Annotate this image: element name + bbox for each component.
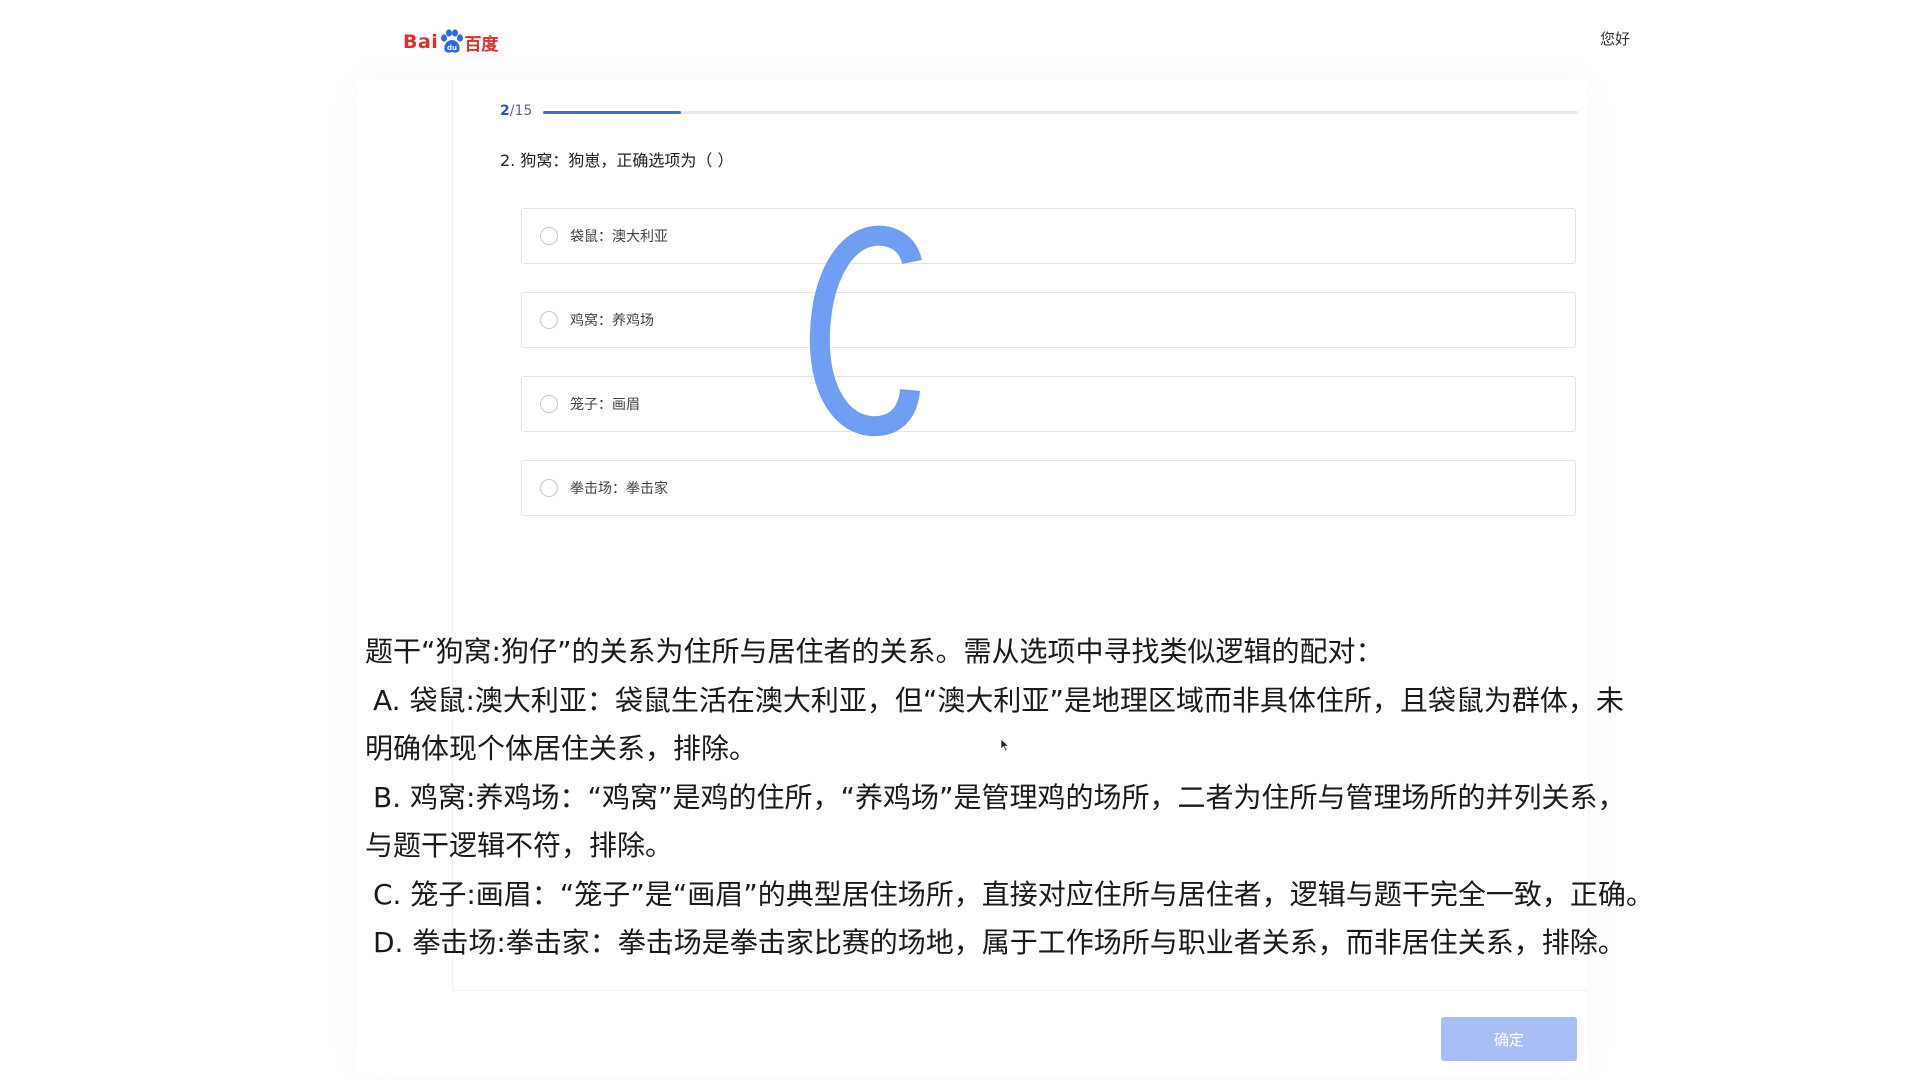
logo-text-cn: 百度 (464, 34, 499, 55)
option-d[interactable]: 拳击场：拳击家 (521, 460, 1576, 516)
mouse-cursor-icon (1000, 738, 1010, 752)
svg-text:du: du (447, 44, 457, 52)
explanation-option-a-cont: 明确体现个体居住关系，排除。 (365, 732, 758, 765)
radio-circle-icon[interactable] (540, 311, 558, 329)
explanation-option-a: A. 袋鼠:澳大利亚：袋鼠生活在澳大利亚，但“澳大利亚”是地理区域而非具体住所，… (373, 683, 1624, 717)
radio-circle-icon[interactable] (540, 395, 558, 413)
logo-text-latin: Bai (403, 31, 439, 53)
option-a[interactable]: 袋鼠：澳大利亚 (521, 208, 1576, 264)
progress-bar-fill (543, 111, 681, 114)
explanation-option-d: D. 拳击场:拳击家：拳击场是拳击家比赛的场地，属于工作场所与职业者关系，而非居… (373, 926, 1626, 959)
baidu-logo[interactable]: Bai du 百度 (403, 26, 498, 58)
radio-circle-icon[interactable] (540, 227, 558, 245)
option-label: 拳击场：拳击家 (570, 481, 668, 497)
option-b[interactable]: 鸡窝：养鸡场 (521, 292, 1576, 348)
question-text: 2. 狗窝：狗崽，正确选项为（ ） (500, 151, 734, 170)
option-label: 笼子：画眉 (570, 397, 640, 413)
explanation-option-b: B. 鸡窝:养鸡场：“鸡窝”是鸡的住所，“养鸡场”是管理鸡的场所，二者为住所与管… (373, 780, 1626, 814)
progress-counter: 2/15 (500, 103, 532, 119)
progress-current: 2 (500, 103, 510, 119)
answer-explanation: 题干“狗窝:狗仔”的关系为住所与居住者的关系。需从选项中寻找类似逻辑的配对： A… (365, 628, 1810, 968)
progress-bar (543, 111, 1578, 114)
explanation-intro: 题干“狗窝:狗仔”的关系为住所与居住者的关系。需从选项中寻找类似逻辑的配对： (365, 635, 1384, 668)
option-label: 鸡窝：养鸡场 (570, 313, 654, 329)
confirm-button[interactable]: 确定 (1441, 1017, 1577, 1061)
radio-circle-icon[interactable] (540, 479, 558, 497)
panel-divider-bottom (452, 990, 1587, 991)
progress-total: /15 (509, 103, 533, 119)
explanation-option-c: C. 笼子:画眉：“笼子”是“画眉”的典型居住场所，直接对应住所与居住者，逻辑与… (373, 877, 1654, 911)
explanation-option-b-cont: 与题干逻辑不符，排除。 (365, 829, 674, 862)
user-greeting[interactable]: 您好 (1520, 28, 1630, 49)
paw-icon: du (439, 29, 464, 55)
option-c[interactable]: 笼子：画眉 (521, 376, 1576, 432)
option-label: 袋鼠：澳大利亚 (570, 229, 668, 245)
